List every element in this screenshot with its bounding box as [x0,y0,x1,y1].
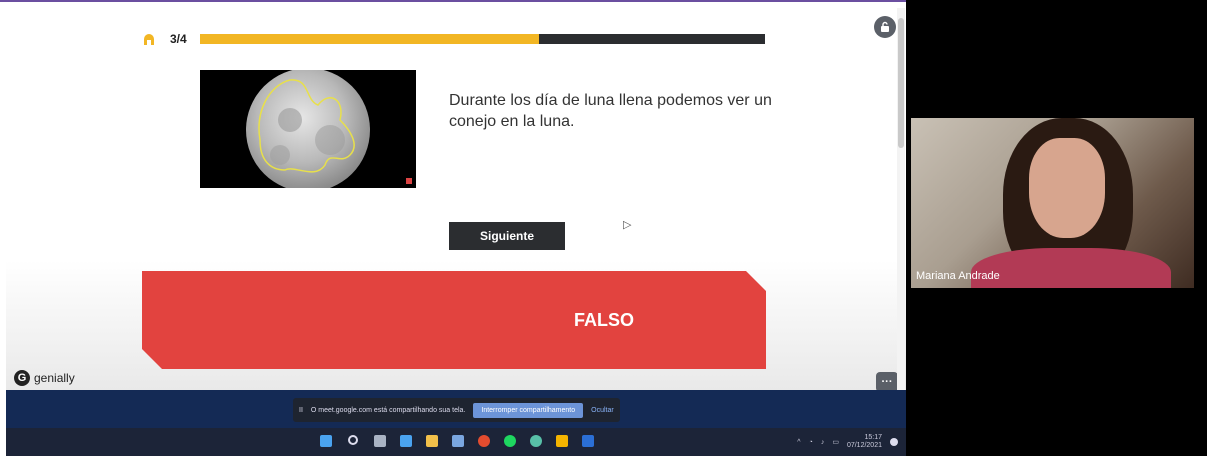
battery-icon[interactable]: ▭ [832,438,839,446]
word-icon[interactable] [582,435,594,447]
drive-icon[interactable] [556,435,568,447]
chrome-icon[interactable] [478,435,490,447]
moon-image [200,70,416,188]
lock-icon[interactable] [874,16,896,38]
clock-time: 15:17 [864,434,882,441]
notification-icon[interactable] [890,438,898,446]
windows-start-icon[interactable] [320,435,332,447]
task-view-icon[interactable] [374,435,386,447]
share-notice: II O meet.google.com está compartilhando… [293,398,620,422]
wifi-icon[interactable]: ◔ [809,439,813,446]
share-message: O meet.google.com está compartilhando su… [310,406,466,414]
participant-shirt [971,248,1171,288]
windows-taskbar: ^ ◔ ♪ ▭ 15:17 07/12/2021 [6,428,906,456]
volume-icon[interactable]: ♪ [821,439,825,446]
genially-logo: G genially [14,370,75,386]
answer-label: FALSO [573,309,634,330]
scrollbar[interactable] [897,8,905,428]
image-corner-mark [406,178,412,184]
app-icon[interactable] [530,435,542,447]
widgets-icon[interactable] [400,435,412,447]
progress-bar-fill [200,34,539,44]
pause-icon: II [299,406,303,414]
spotify-icon[interactable] [504,435,516,447]
mouse-cursor-icon: ▷ [623,219,632,231]
participant-name: Mariana Andrade [916,270,1000,282]
shared-screen: 3/4 Durante los día de luna llena podemo… [6,10,906,390]
store-icon[interactable] [452,435,464,447]
clock-date: 07/12/2021 [846,442,882,449]
participant-video[interactable] [911,118,1194,288]
clock[interactable]: 15:17 07/12/2021 [847,434,882,450]
file-explorer-icon[interactable] [426,435,438,447]
hide-button[interactable]: Ocultar [591,407,614,414]
stop-sharing-button[interactable]: Interromper compartilhamento [473,402,584,418]
genially-g-icon: G [14,370,30,386]
tray-chevron-icon[interactable]: ^ [797,439,800,446]
participant-face [1029,138,1105,238]
screen-share-bar: II O meet.google.com está compartilhando… [6,390,906,428]
more-options-button[interactable]: ··· [876,372,898,390]
home-icon[interactable] [142,32,156,46]
next-button[interactable]: Siguiente [449,222,565,250]
system-tray: ^ ◔ ♪ ▭ 15:17 07/12/2021 [797,434,898,450]
progress-bar [200,34,765,44]
scrollbar-thumb[interactable] [898,18,904,148]
progress-label: 3/4 [170,32,187,46]
search-icon[interactable] [348,435,358,445]
question-text: Durante los día de luna llena podemos ve… [449,92,772,130]
moon-illustration [246,70,370,188]
genially-brand: genially [34,371,75,385]
